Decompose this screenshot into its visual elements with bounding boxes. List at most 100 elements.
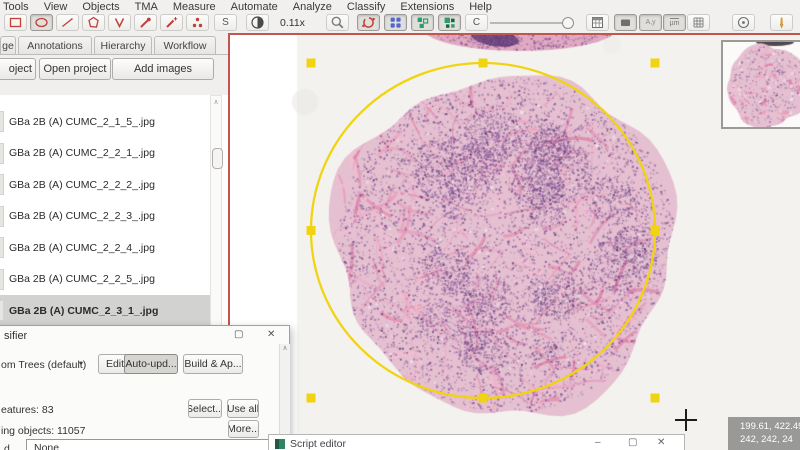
list-item-selected[interactable]: GBa 2B (A) CUMC_2_3_1_.jpg [0, 295, 222, 327]
use-all-button[interactable]: Use all [227, 399, 259, 418]
annotation-handle[interactable] [478, 393, 488, 403]
opacity-slider[interactable] [488, 14, 576, 31]
menu-automate[interactable]: Automate [231, 1, 278, 13]
annotation-handle[interactable] [650, 226, 660, 235]
scrollbar-thumb[interactable] [211, 148, 223, 169]
list-item[interactable]: GBa 2B (A) CUMC_2_2_2_.jpg [0, 169, 222, 201]
menu-extensions[interactable]: Extensions [400, 1, 454, 13]
polygon-tool-button[interactable] [82, 14, 105, 31]
scroll-up-arrow-icon[interactable]: ∧ [282, 345, 287, 352]
overview-thumbnail[interactable] [721, 40, 800, 129]
show-labels-button[interactable]: A,y [639, 14, 662, 31]
maximize-icon[interactable]: ▢ [628, 437, 637, 448]
close-icon[interactable]: ✕ [657, 437, 665, 448]
show-classification-button[interactable]: C [465, 14, 488, 31]
script-editor-title: Script editor [290, 438, 347, 450]
menu-measure[interactable]: Measure [173, 1, 216, 13]
show-overview-button[interactable] [614, 14, 637, 31]
minimize-icon[interactable]: – [595, 437, 601, 448]
image-name: GBa 2B (A) CUMC_2_2_1_.jpg [9, 147, 155, 160]
annotation-overlay [306, 58, 660, 403]
tab-image[interactable]: ge [0, 36, 16, 54]
line-icon [62, 17, 73, 28]
open-project-button[interactable]: Open project [39, 58, 111, 80]
scalebar-icon: µm [669, 18, 680, 27]
show-location-button[interactable] [732, 14, 755, 31]
wand-icon [166, 17, 178, 28]
image-name: GBa 2B (A) CUMC_2_2_3_.jpg [9, 210, 155, 223]
tab-hierarchy[interactable]: Hierarchy [94, 36, 152, 54]
slide-viewer[interactable]: 199.61, 422.49 242, 242, 24 [228, 33, 800, 450]
menu-tools[interactable]: Tools [3, 1, 29, 13]
ellipse-annotation[interactable] [309, 61, 657, 400]
polyline-tool-button[interactable] [108, 14, 131, 31]
pin-tool-button[interactable] [770, 14, 793, 31]
brightness-contrast-button[interactable] [246, 14, 269, 31]
scroll-up-arrow-icon[interactable]: ∧ [211, 96, 221, 108]
line-tool-button[interactable] [56, 14, 79, 31]
polyline-v-icon [114, 18, 125, 29]
annotation-handles [306, 58, 660, 403]
dialog-title: sifier [4, 330, 28, 342]
show-annotations-button[interactable] [357, 14, 380, 31]
show-tma-grid-button[interactable] [384, 14, 407, 31]
tab-workflow[interactable]: Workflow [154, 36, 216, 54]
crosshair-cursor-icon [685, 409, 687, 431]
select-features-button[interactable]: Select... [188, 399, 222, 418]
list-item[interactable]: GBa 2B (A) CUMC_2_2_1_.jpg [0, 138, 222, 170]
more-button[interactable]: More... [228, 420, 259, 438]
wand-tool-button[interactable] [160, 14, 183, 31]
tab-annotations-label: Annotations [27, 39, 83, 52]
magnification-display: 0.11x [280, 17, 305, 29]
classifier-dialog: sifier ▢ ✕ om Trees (default) ▾ Edit Aut… [0, 325, 290, 450]
list-item[interactable]: GBa 2B (A) CUMC_2_2_4_.jpg [0, 232, 222, 264]
script-icon [275, 439, 285, 449]
brush-tool-button[interactable] [134, 14, 157, 31]
show-scalebar-button[interactable]: µm [663, 14, 686, 31]
show-detections-button[interactable] [411, 14, 434, 31]
menu-objects[interactable]: Objects [82, 1, 119, 13]
rectangle-tool-button[interactable] [4, 14, 27, 31]
list-item[interactable]: GBa 2B (A) CUMC_2_1_5_.jpg [0, 106, 222, 138]
menu-view[interactable]: View [44, 1, 68, 13]
add-images-button[interactable]: Add images [112, 58, 214, 80]
brush-icon [140, 17, 151, 28]
ellipse-tool-button[interactable] [30, 14, 53, 31]
menu-classify[interactable]: Classify [347, 1, 386, 13]
annotation-handle[interactable] [306, 393, 316, 403]
close-icon[interactable]: ✕ [267, 329, 275, 340]
classification-label: C [472, 17, 481, 28]
menu-help[interactable]: Help [469, 1, 492, 13]
tab-annotations[interactable]: Annotations [18, 36, 92, 54]
annotation-handle[interactable] [306, 58, 316, 68]
menu-tma[interactable]: TMA [135, 1, 158, 13]
annotation-handle[interactable] [478, 58, 488, 68]
create-project-button[interactable]: oject [0, 58, 36, 80]
points-tool-button[interactable] [186, 14, 209, 31]
list-scrollbar[interactable]: ∧ [210, 95, 223, 326]
measurement-table-button[interactable] [586, 14, 609, 31]
list-item[interactable]: GBa 2B (A) CUMC_2_2_5_.jpg [0, 264, 222, 296]
annotation-handle[interactable] [306, 226, 316, 235]
annotation-handle[interactable] [650, 393, 660, 403]
annotation-handle[interactable] [650, 58, 660, 68]
select-label: Select... [188, 402, 222, 415]
more-label: More... [228, 423, 259, 435]
classifier-select[interactable]: om Trees (default) [1, 359, 86, 371]
auto-update-button[interactable]: Auto-upd... [124, 354, 178, 374]
zoom-to-fit-button[interactable] [326, 14, 349, 31]
rectangle-icon [9, 17, 22, 28]
slider-knob[interactable] [562, 16, 574, 29]
maximize-icon[interactable]: ▢ [234, 329, 243, 340]
menu-analyze[interactable]: Analyze [293, 1, 332, 13]
show-grid-button[interactable] [687, 14, 710, 31]
fill-detections-button[interactable] [438, 14, 461, 31]
selection-mode-button[interactable]: S [214, 14, 237, 31]
labels-icon: A,y [645, 19, 656, 26]
list-item[interactable]: GBa 2B (A) CUMC_2_2_3_.jpg [0, 201, 222, 233]
none-combo-box[interactable]: None ▾ [26, 439, 282, 450]
script-editor-window[interactable]: Script editor – ▢ ✕ [268, 434, 685, 450]
build-apply-button[interactable]: Build & Ap... [183, 354, 243, 374]
selection-mode-label: S [222, 17, 229, 28]
tab-workflow-label: Workflow [163, 39, 207, 52]
